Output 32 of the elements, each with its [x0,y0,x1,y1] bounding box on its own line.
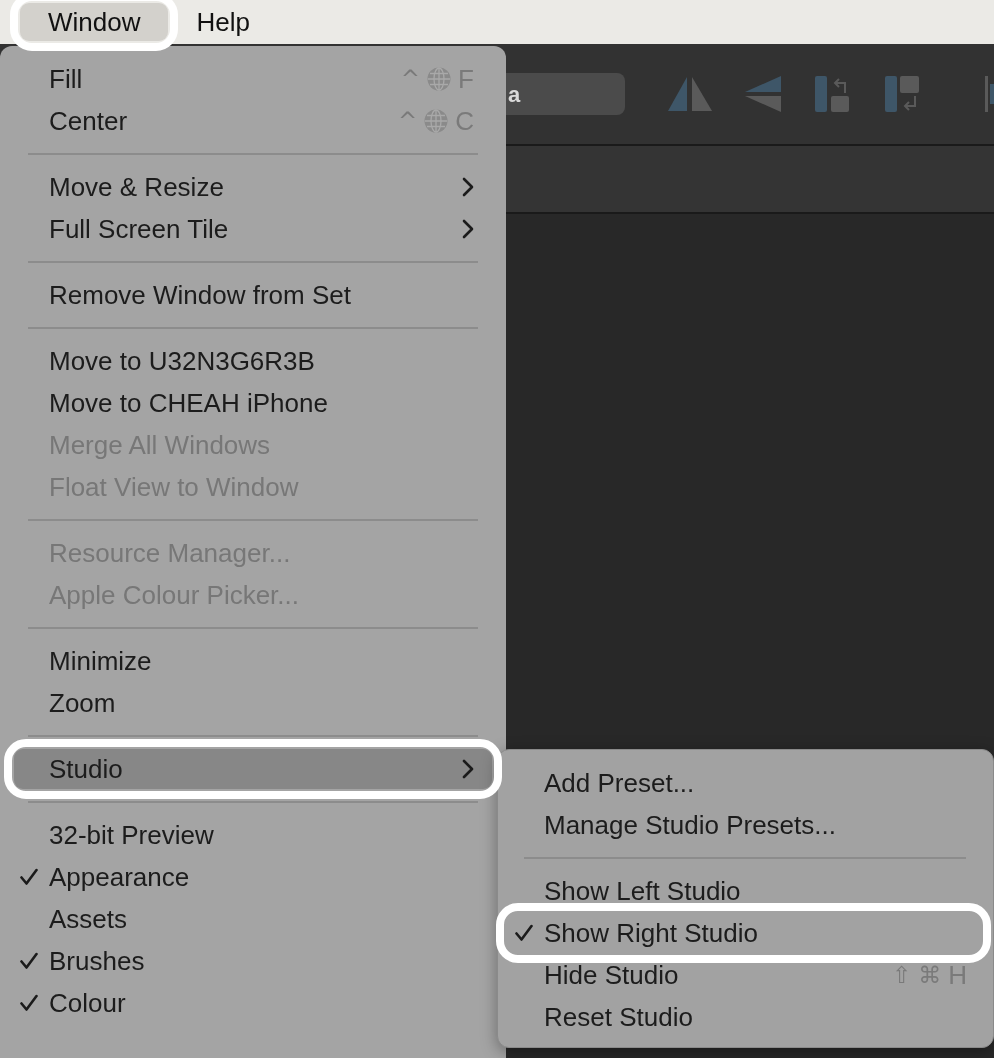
menu-item[interactable]: Brushes [14,941,492,981]
menu-bar-item[interactable]: Help [168,3,278,41]
shortcut-symbol: ^ [400,67,421,91]
flip-horizontal-icon[interactable] [668,77,712,111]
shortcut-symbol: ⌘ [918,963,942,987]
panel-up-arrow-icon[interactable] [815,76,849,112]
menu-item[interactable]: 32-bit Preview [14,815,492,855]
flip-vertical-icon[interactable] [745,76,781,112]
menu-item[interactable]: Move to U32N3G6R3B [14,341,492,381]
menu-item[interactable]: Colour [14,983,492,1023]
menu-item[interactable]: Appearance [14,857,492,897]
menu-item[interactable]: Remove Window from Set [14,275,492,315]
edge-bar-icon[interactable] [985,76,994,112]
menu-item[interactable]: Minimize [14,641,492,681]
globe-icon [427,67,452,91]
menu-item[interactable]: Move to CHEAH iPhone [14,383,492,423]
menu-item[interactable]: Reset Studio [506,997,981,1037]
menu-item[interactable]: Full Screen Tile [14,209,492,249]
menu-item[interactable]: Assets [14,899,492,939]
shortcut-symbol: ⇧ [891,963,912,987]
globe-icon [424,109,449,133]
shortcut-symbol: ^ [397,109,418,133]
menu-item[interactable]: Add Preset... [506,763,981,803]
menu-item[interactable]: Studio [14,749,492,789]
menu-item[interactable]: Manage Studio Presets... [506,805,981,845]
menu-item[interactable]: Move & Resize [14,167,492,207]
menu-item[interactable]: Zoom [14,683,492,723]
panel-left-arrow-icon[interactable] [885,76,919,112]
menu-item[interactable]: Show Left Studio [506,871,981,911]
text-field[interactable]: a [506,73,625,115]
menu-item[interactable]: Show Right Studio [506,913,981,953]
menu-bar-item[interactable]: Window [20,3,169,41]
